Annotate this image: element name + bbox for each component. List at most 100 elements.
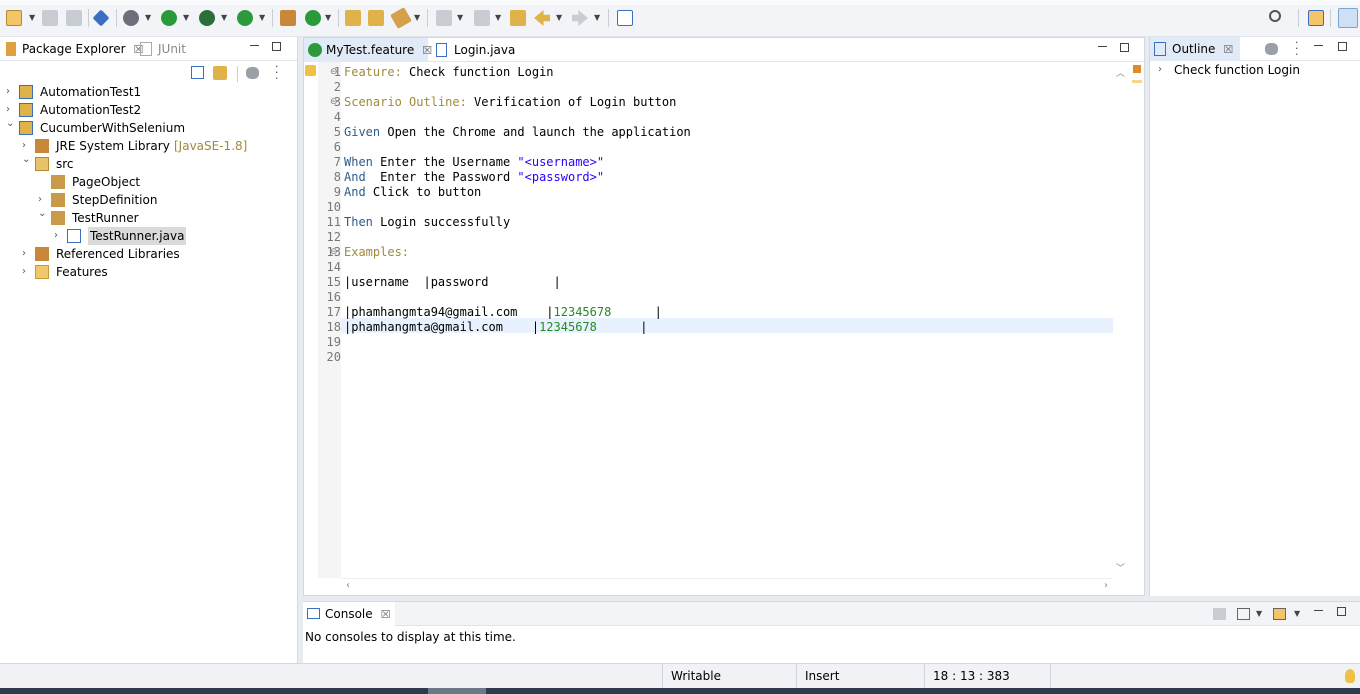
maximize-icon[interactable] — [1120, 43, 1132, 55]
scroll-right-icon[interactable]: › — [1104, 580, 1108, 591]
code-line[interactable]: |phamhangmta94@gmail.com |12345678 | — [344, 305, 662, 320]
coverage-dropdown-arrow[interactable]: ▼ — [259, 13, 265, 22]
java-perspective-icon[interactable] — [1338, 8, 1358, 28]
last-edit-icon[interactable] — [510, 10, 526, 26]
maximize-icon[interactable] — [1338, 42, 1350, 54]
vertical-scrollbar[interactable]: ︿ ﹀ — [1113, 62, 1130, 578]
chevron-right-icon[interactable]: › — [6, 83, 16, 101]
forward-icon[interactable] — [572, 10, 588, 26]
scroll-up-icon[interactable]: ︿ — [1116, 66, 1125, 79]
next-annotation-icon[interactable] — [436, 10, 452, 26]
pin-console-icon[interactable] — [1213, 608, 1226, 620]
code-line[interactable]: And Enter the Password "<password>" — [344, 170, 604, 185]
coverage-icon[interactable] — [237, 10, 253, 26]
tip-bulb-icon[interactable] — [1345, 669, 1355, 683]
chevron-right-icon[interactable]: › — [1158, 61, 1168, 79]
focus-icon[interactable] — [246, 67, 259, 79]
close-icon[interactable]: ☒ — [381, 608, 391, 621]
focus-icon[interactable] — [1265, 43, 1278, 55]
open-type-icon[interactable] — [345, 10, 361, 26]
quick-access-search-icon[interactable] — [1269, 10, 1281, 22]
debug-dropdown-arrow[interactable]: ▼ — [145, 13, 151, 22]
scroll-down-icon[interactable]: ﹀ — [1116, 561, 1125, 574]
link-with-editor-icon[interactable] — [213, 66, 227, 80]
code-line[interactable]: And Click to button — [344, 185, 481, 200]
run-external-icon[interactable] — [199, 10, 215, 26]
fold-toggle-icon[interactable]: ⊖ — [330, 97, 338, 107]
previous-annotation-icon[interactable] — [474, 10, 490, 26]
code-line[interactable]: Scenario Outline: Verification of Login … — [344, 95, 676, 110]
view-menu-icon[interactable]: · · · — [1295, 37, 1299, 60]
search-icon[interactable] — [390, 7, 412, 29]
new-class-dropdown-arrow[interactable]: ▼ — [325, 13, 331, 22]
tab-mytest-feature[interactable]: MyTest.feature ☒ — [304, 38, 432, 62]
warning-marker-icon[interactable] — [1133, 65, 1141, 73]
scroll-left-icon[interactable]: ‹ — [346, 580, 350, 591]
display-console-dropdown-arrow[interactable]: ▼ — [1256, 609, 1262, 618]
tree-item-label: CucumberWithSelenium — [40, 121, 186, 135]
save-all-icon[interactable] — [66, 10, 82, 26]
debug-icon[interactable] — [123, 10, 139, 26]
horizontal-scrollbar[interactable]: ‹ › — [341, 578, 1113, 595]
taskbar-item[interactable] — [428, 688, 486, 694]
new-package-icon[interactable] — [280, 10, 296, 26]
tab-junit[interactable]: JUnit — [136, 37, 186, 61]
open-task-icon[interactable] — [368, 10, 384, 26]
new-class-icon[interactable] — [305, 10, 321, 26]
chevron-right-icon[interactable]: › — [54, 227, 64, 245]
save-icon[interactable] — [42, 10, 58, 26]
new-dropdown-arrow[interactable]: ▼ — [29, 13, 35, 22]
code-line[interactable]: Feature: Check function Login — [344, 65, 554, 80]
minimize-icon[interactable] — [1314, 42, 1326, 54]
minimize-icon[interactable] — [1098, 43, 1110, 55]
code-line[interactable]: Then Login successfully — [344, 215, 510, 230]
code-line[interactable]: |username |password | — [344, 275, 561, 290]
line-number: 8 — [333, 170, 341, 184]
minimize-icon[interactable] — [1314, 607, 1326, 619]
new-icon[interactable] — [6, 10, 22, 26]
open-console-icon[interactable] — [1273, 608, 1286, 620]
next-annotation-dropdown-arrow[interactable]: ▼ — [457, 13, 463, 22]
chevron-right-icon[interactable]: › — [22, 263, 32, 281]
chevron-down-icon[interactable]: ⌄ — [6, 115, 16, 133]
tab-console[interactable]: Console ☒ — [303, 602, 395, 626]
quick-assist-bulb-icon[interactable] — [305, 65, 316, 76]
display-console-icon[interactable] — [1237, 608, 1250, 620]
collapse-all-icon[interactable] — [191, 66, 204, 79]
previous-annotation-dropdown-arrow[interactable]: ▼ — [495, 13, 501, 22]
tree-item-label: Features — [56, 265, 108, 279]
occurrence-marker[interactable] — [1132, 80, 1142, 83]
code-line[interactable]: Given Open the Chrome and launch the app… — [344, 125, 691, 140]
maximize-icon[interactable] — [1337, 607, 1349, 619]
tab-outline[interactable]: Outline ☒ — [1150, 37, 1240, 61]
tab-package-explorer[interactable]: Package Explorer ☒ — [0, 37, 143, 61]
code-line[interactable]: |phamhangmta@gmail.com |12345678 | — [344, 320, 647, 335]
maximize-icon[interactable] — [272, 42, 284, 54]
forward-dropdown-arrow[interactable]: ▼ — [594, 13, 600, 22]
fold-toggle-icon[interactable]: ⊖ — [330, 67, 338, 77]
overview-ruler[interactable] — [1130, 62, 1144, 578]
search-dropdown-arrow[interactable]: ▼ — [414, 13, 420, 22]
pin-editor-icon[interactable] — [617, 10, 633, 26]
fold-toggle-icon[interactable]: ⊖ — [330, 247, 338, 257]
code-line[interactable]: When Enter the Username "<username>" — [344, 155, 604, 170]
chevron-down-icon[interactable]: ⌄ — [38, 205, 48, 223]
console-view: Console ☒ ▼ ▼ No consoles to display at t… — [303, 601, 1360, 663]
skip-breakpoints-icon[interactable] — [92, 9, 110, 27]
run-icon[interactable] — [161, 10, 177, 26]
code-token: Enter the Password — [365, 170, 518, 184]
minimize-icon[interactable] — [250, 42, 262, 54]
close-icon[interactable]: ☒ — [1223, 43, 1233, 56]
code-line[interactable]: Examples: — [344, 245, 409, 260]
run-dropdown-arrow[interactable]: ▼ — [183, 13, 189, 22]
open-console-dropdown-arrow[interactable]: ▼ — [1294, 609, 1300, 618]
back-dropdown-arrow[interactable]: ▼ — [556, 13, 562, 22]
open-perspective-icon[interactable] — [1308, 10, 1324, 26]
close-icon[interactable]: ☒ — [422, 44, 432, 57]
external-dropdown-arrow[interactable]: ▼ — [221, 13, 227, 22]
tab-login-java[interactable]: Login.java — [432, 38, 515, 62]
chevron-right-icon[interactable]: › — [22, 245, 32, 263]
chevron-down-icon[interactable]: ⌄ — [22, 151, 32, 169]
view-menu-icon[interactable]: · · · — [275, 61, 279, 84]
back-icon[interactable] — [534, 10, 550, 26]
